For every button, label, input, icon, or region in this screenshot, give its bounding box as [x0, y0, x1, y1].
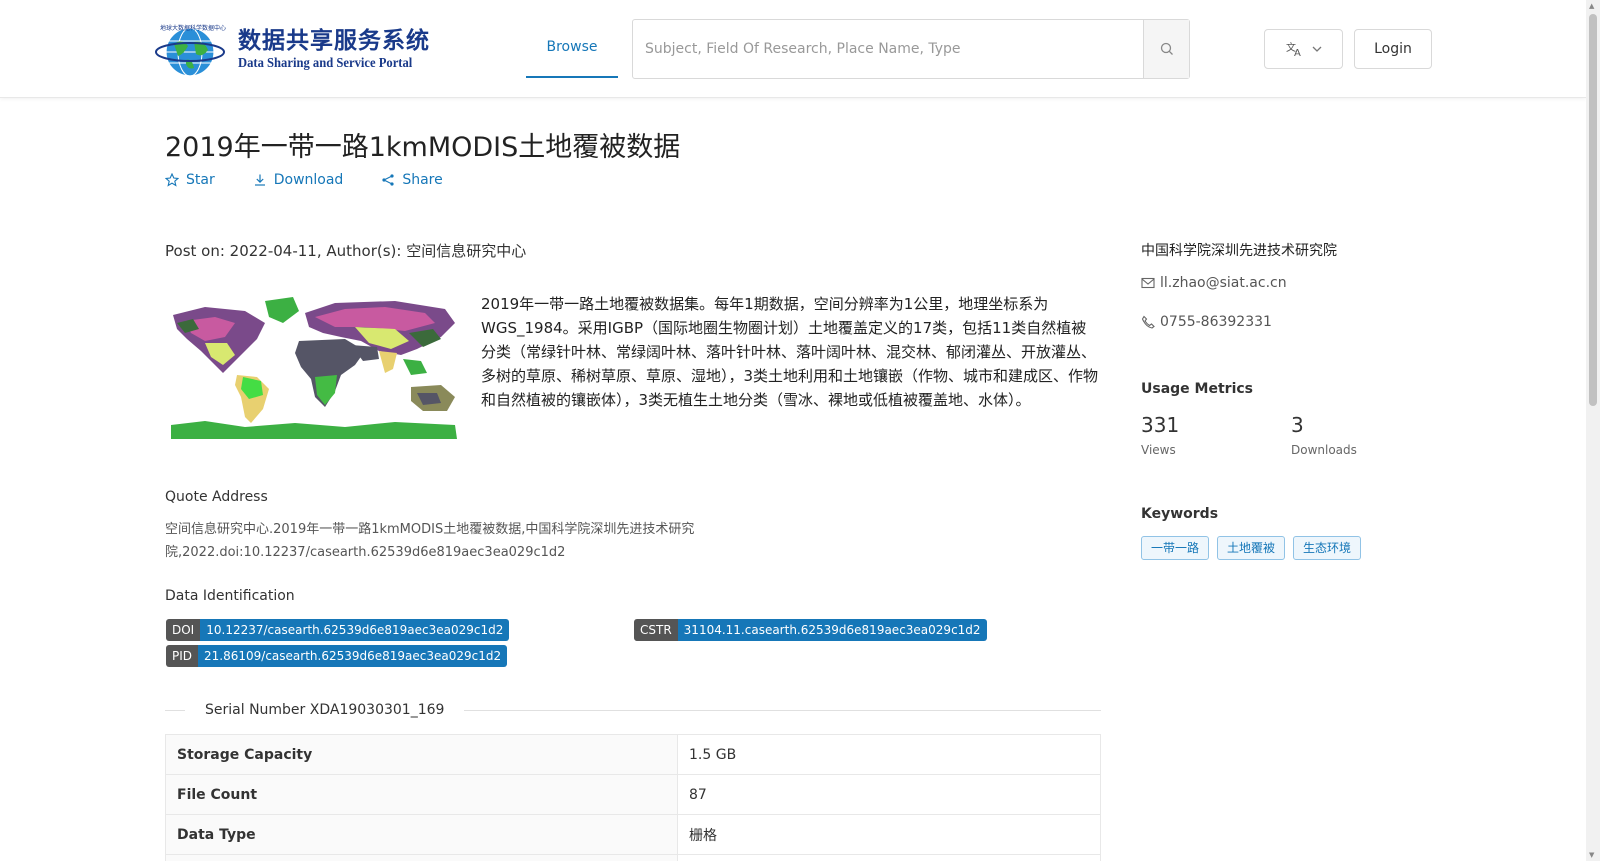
scroll-down-arrow-icon[interactable]: ▼ [1589, 851, 1594, 859]
star-icon [165, 173, 179, 187]
downloads-label: Downloads [1291, 443, 1357, 457]
login-button[interactable]: Login [1354, 29, 1432, 69]
dataset-title: 2019年一带一路1kmMODIS土地覆被数据 [165, 132, 681, 163]
search-button[interactable] [1143, 20, 1189, 78]
contact-phone: 0755-86392331 [1141, 314, 1272, 330]
logo-english-text: Data Sharing and Service Portal [238, 56, 413, 71]
table-row: File Count 87 [165, 774, 1101, 815]
doi-badge-key: DOI [166, 619, 201, 641]
phone-icon [1141, 315, 1155, 329]
svg-text:A: A [1294, 48, 1301, 57]
post-info: Post on: 2022-04-11, Author(s): 空间信息研究中心 [165, 242, 527, 260]
views-count: 331 [1141, 413, 1180, 437]
keyword-tag[interactable]: 土地覆被 [1217, 536, 1286, 560]
contact-email[interactable]: ll.zhao@siat.ac.cn [1141, 275, 1287, 291]
cstr-badge-value: 31104.11.casearth.62539d6e819aec3ea029c1… [677, 619, 987, 641]
search-box [632, 19, 1190, 79]
chevron-down-icon [1312, 46, 1321, 52]
cstr-badge[interactable]: CSTR 31104.11.casearth.62539d6e819aec3ea… [634, 619, 987, 641]
serial-number: Serial Number XDA19030301_169 [205, 702, 445, 718]
keyword-tag[interactable]: 生态环境 [1293, 536, 1362, 560]
star-button[interactable]: Star [165, 172, 215, 188]
keywords-list: 一带一路 土地覆被 生态环境 [1141, 536, 1362, 560]
info-key: Storage Capacity [165, 734, 678, 775]
cstr-badge-key: CSTR [634, 619, 678, 641]
dataset-actions: Star Download Share [165, 172, 481, 188]
table-row: Storage Capacity 1.5 GB [165, 734, 1101, 775]
info-value: 87 [677, 774, 1101, 815]
mail-icon [1141, 277, 1155, 289]
share-label: Share [402, 172, 443, 188]
table-row: Data Type 栅格 [165, 814, 1101, 855]
scrollbar-thumb[interactable] [1589, 14, 1597, 406]
download-icon [254, 174, 265, 186]
logo-chinese-text: 数据共享服务系统 [238, 28, 430, 54]
institution-name: 中国科学院深圳先进技术研究院 [1141, 243, 1337, 259]
table-row [165, 854, 1101, 861]
dataset-description: 2019年一带一路土地覆被数据集。每年1期数据，空间分辨率为1公里，地理坐标系为… [481, 295, 1099, 409]
info-key: File Count [165, 774, 678, 815]
dataset-thumbnail-map[interactable] [165, 293, 463, 445]
site-logo[interactable]: 地球大数据科学数据中心 数据共享服务系统 Data Sharing and Se… [152, 20, 442, 80]
quote-heading: Quote Address [165, 489, 268, 505]
doi-badge[interactable]: DOI 10.12237/casearth.62539d6e819aec3ea0… [166, 619, 510, 641]
doi-badge-value: 10.12237/casearth.62539d6e819aec3ea029c1… [200, 619, 510, 641]
download-button[interactable]: Download [253, 172, 344, 188]
downloads-count: 3 [1291, 413, 1304, 437]
views-label: Views [1141, 443, 1176, 457]
info-value: 1.5 GB [677, 734, 1101, 775]
quote-text: 空间信息研究中心.2019年一带一路1kmMODIS土地覆被数据,中国科学院深圳… [165, 522, 695, 560]
serial-number-divider: Serial Number XDA19030301_169 [165, 699, 1101, 721]
site-header: 地球大数据科学数据中心 数据共享服务系统 Data Sharing and Se… [0, 0, 1586, 98]
scroll-up-arrow-icon[interactable]: ▲ [1589, 2, 1594, 10]
info-value: 栅格 [677, 814, 1101, 855]
pid-badge-key: PID [166, 645, 199, 667]
keywords-heading: Keywords [1141, 506, 1219, 522]
email-text: ll.zhao@siat.ac.cn [1160, 275, 1287, 291]
globe-logo-icon: 地球大数据科学数据中心 [152, 20, 232, 80]
info-key: Data Type [165, 814, 678, 855]
svg-text:地球大数据科学数据中心: 地球大数据科学数据中心 [160, 24, 226, 32]
download-label: Download [273, 172, 344, 188]
language-switch-button[interactable]: 文 A [1264, 29, 1343, 69]
dataset-info-table: Storage Capacity 1.5 GB File Count 87 Da… [165, 734, 1101, 861]
search-input[interactable] [633, 20, 1143, 78]
search-icon [1160, 42, 1173, 55]
keyword-tag[interactable]: 一带一路 [1141, 536, 1210, 560]
star-label: Star [186, 172, 215, 188]
share-button[interactable]: Share [381, 172, 443, 188]
usage-metrics-heading: Usage Metrics [1141, 381, 1253, 397]
page-scrollbar[interactable]: ▲ ▼ [1586, 0, 1600, 861]
pid-badge[interactable]: PID 21.86109/casearth.62539d6e819aec3ea0… [166, 645, 508, 667]
translate-icon: 文 A [1286, 41, 1301, 57]
identification-heading: Data Identification [165, 588, 295, 604]
share-icon [382, 174, 394, 186]
pid-badge-value: 21.86109/casearth.62539d6e819aec3ea029c1… [198, 645, 508, 667]
phone-text: 0755-86392331 [1160, 314, 1272, 330]
nav-browse-tab[interactable]: Browse [526, 18, 618, 78]
